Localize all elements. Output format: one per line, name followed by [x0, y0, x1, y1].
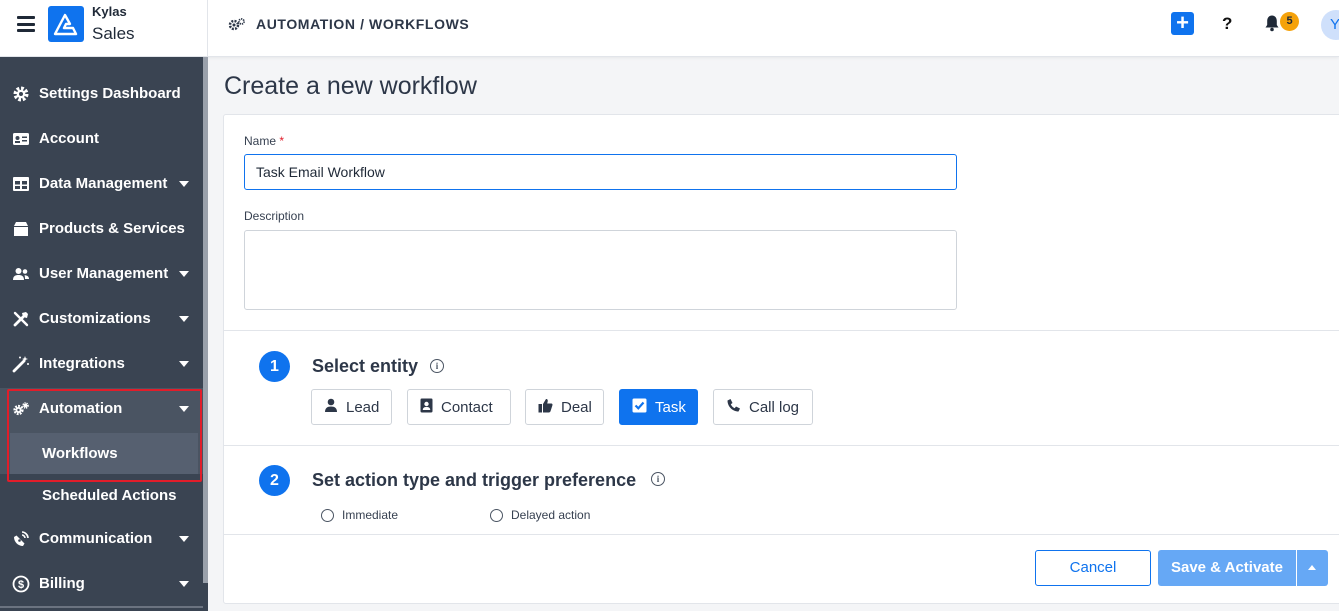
required-mark: * [279, 134, 285, 148]
sidebar: Settings Dashboard Account Data Manageme… [0, 57, 208, 611]
hamburger-menu-icon[interactable] [17, 16, 35, 32]
entity-lead-button[interactable]: Lead [311, 389, 392, 425]
dollar-circle-icon: $ [12, 575, 30, 593]
entity-label: Deal [561, 398, 592, 416]
contact-card-icon [420, 398, 433, 417]
phone-icon [726, 398, 741, 417]
help-button[interactable]: ? [1222, 14, 1232, 34]
step-2-title: Set action type and trigger preference [312, 470, 637, 490]
footer-divider [224, 534, 1339, 535]
info-icon[interactable]: i [430, 359, 444, 373]
kylas-logo-icon [48, 6, 84, 42]
chevron-down-icon [179, 181, 189, 187]
info-icon[interactable]: i [651, 472, 665, 486]
sidebar-item-label: Integrations [39, 355, 125, 372]
sidebar-item-customizations[interactable]: Customizations [0, 296, 203, 341]
entity-label: Call log [749, 398, 800, 416]
radio-button-icon[interactable] [321, 508, 334, 522]
radio-button-icon[interactable] [490, 508, 503, 522]
section-divider [224, 330, 1339, 331]
step-2-badge: 2 [259, 465, 290, 496]
quick-add-button[interactable]: + [1171, 12, 1194, 35]
sidebar-item-label: Account [39, 130, 99, 147]
trigger-immediate-radio[interactable]: Immediate [321, 508, 398, 522]
sidebar-item-label: Data Management [39, 175, 168, 192]
users-icon [12, 265, 30, 283]
sidebar-item-label: User Management [39, 265, 169, 282]
entity-task-button[interactable]: Task [619, 389, 698, 425]
description-field-label: Description [244, 209, 305, 223]
save-activate-button[interactable]: Save & Activate [1158, 550, 1296, 586]
save-options-dropdown-button[interactable] [1297, 550, 1328, 586]
step-1-title: Select entity [312, 356, 419, 376]
workflow-name-input[interactable] [244, 154, 957, 190]
sidebar-item-communication[interactable]: Communication [0, 516, 203, 561]
topbar-divider [207, 0, 208, 56]
sidebar-item-integrations[interactable]: Integrations [0, 341, 203, 386]
entity-deal-button[interactable]: Deal [525, 389, 604, 425]
breadcrumb: AUTOMATION / WORKFLOWS [256, 16, 470, 32]
chevron-down-icon [179, 271, 189, 277]
automation-highlight-box [7, 389, 202, 482]
sidebar-item-user-management[interactable]: User Management [0, 251, 203, 296]
chevron-down-icon [179, 536, 189, 542]
name-label-text: Name [244, 134, 277, 148]
page-title: Create a new workflow [224, 72, 477, 100]
tools-icon [12, 310, 30, 328]
entity-label: Lead [346, 398, 380, 416]
entity-label: Contact [441, 398, 493, 416]
user-icon [324, 398, 338, 417]
workflow-description-textarea[interactable] [244, 230, 957, 310]
caret-up-icon [1308, 565, 1316, 570]
cogs-icon [228, 17, 246, 36]
svg-text:$: $ [18, 579, 24, 591]
sidebar-item-label: Products & Services [39, 220, 185, 237]
notification-badge: 5 [1280, 12, 1299, 31]
magic-wand-icon [12, 355, 30, 373]
gear-icon [12, 85, 30, 103]
table-icon [12, 175, 30, 193]
sidebar-item-billing[interactable]: $ Billing [0, 561, 203, 606]
sidebar-item-label: Settings Dashboard [39, 85, 181, 102]
check-square-icon [632, 398, 647, 417]
name-field-label: Name * [244, 134, 284, 148]
chevron-down-icon [179, 361, 189, 367]
sidebar-item-products-services[interactable]: Products & Services [0, 206, 203, 251]
sidebar-item-label: Billing [39, 575, 85, 592]
step-1-badge: 1 [259, 351, 290, 382]
entity-call-log-button[interactable]: Call log [713, 389, 813, 425]
entity-contact-button[interactable]: Contact [407, 389, 511, 425]
entity-label: Task [655, 398, 686, 416]
sidebar-item-account[interactable]: Account [0, 116, 203, 161]
section-divider [224, 445, 1339, 446]
brand-name-bottom: Sales [92, 24, 135, 43]
chevron-down-icon [179, 581, 189, 587]
sidebar-scrollbar[interactable] [203, 57, 208, 583]
trigger-delayed-radio[interactable]: Delayed action [490, 508, 590, 522]
id-card-icon [12, 130, 30, 148]
sidebar-item-data-management[interactable]: Data Management [0, 161, 203, 206]
satellite-dish-icon [12, 530, 30, 548]
sidebar-divider [0, 606, 203, 608]
brand-name-top: Kylas [92, 4, 127, 19]
sidebar-item-label: Communication [39, 530, 153, 547]
top-bar: Kylas Sales AUTOMATION / WORKFLOWS + ? 5… [0, 0, 1339, 57]
radio-label: Delayed action [511, 508, 591, 522]
radio-label: Immediate [342, 508, 399, 522]
box-icon [12, 220, 30, 238]
thumbs-up-icon [538, 398, 553, 417]
avatar[interactable]: Y [1321, 10, 1339, 40]
sidebar-item-label: Customizations [39, 310, 151, 327]
bell-icon[interactable] [1263, 14, 1281, 37]
chevron-down-icon [179, 316, 189, 322]
sidebar-subitem-scheduled-actions[interactable]: Scheduled Actions [42, 487, 176, 504]
cancel-button[interactable]: Cancel [1035, 550, 1151, 586]
sidebar-item-settings-dashboard[interactable]: Settings Dashboard [0, 71, 203, 116]
